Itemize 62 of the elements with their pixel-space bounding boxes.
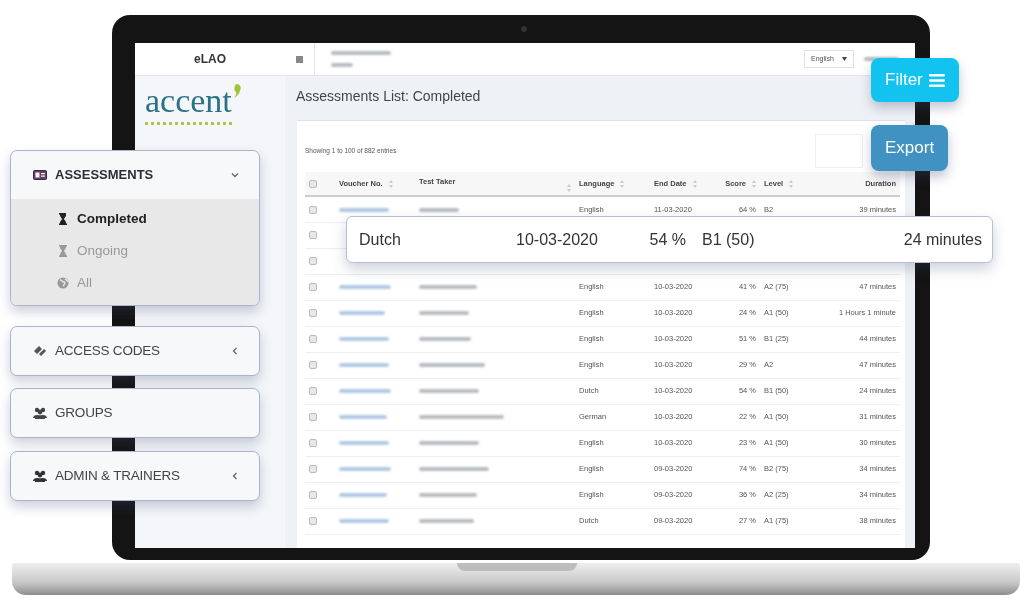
redacted-link[interactable]	[339, 415, 387, 420]
hourglass-icon	[59, 245, 67, 257]
redacted-text	[331, 63, 353, 67]
redacted-text	[419, 389, 479, 394]
redacted-link[interactable]	[339, 519, 389, 524]
logo-mark-icon	[233, 84, 242, 98]
menu-icon	[928, 73, 945, 87]
checkbox[interactable]	[309, 491, 317, 500]
checkbox[interactable]	[309, 205, 317, 214]
checkbox[interactable]	[309, 413, 317, 422]
menu-item[interactable]: ACCESS CODES	[11, 327, 259, 375]
ticket-icon	[33, 345, 47, 357]
checkbox[interactable]	[309, 439, 317, 448]
table-cell-text: 24 minutes	[902, 229, 982, 250]
checkbox[interactable]	[309, 309, 317, 318]
redacted-link[interactable]	[339, 207, 389, 212]
menu-item[interactable]: ADMIN & TRAINERS	[11, 452, 259, 500]
id-card-icon	[33, 169, 47, 181]
users-icon	[33, 407, 47, 419]
redacted-link[interactable]	[339, 467, 391, 472]
checkbox[interactable]	[309, 465, 317, 474]
redacted-link[interactable]	[339, 285, 391, 290]
redacted-link[interactable]	[339, 311, 385, 316]
redacted-link[interactable]	[339, 337, 389, 342]
redacted-text	[419, 519, 474, 524]
redacted-text	[419, 467, 489, 472]
globe-icon	[57, 277, 69, 289]
page-title: Assessments List: Completed	[296, 88, 481, 104]
logo-text: accent	[145, 84, 232, 125]
redacted-text	[419, 285, 477, 290]
submenu-item[interactable]: Completed	[57, 203, 259, 235]
checkbox[interactable]	[309, 231, 317, 240]
app-title: eLAO	[135, 43, 285, 76]
redacted-link[interactable]	[339, 389, 391, 394]
checkbox[interactable]	[309, 335, 317, 344]
hourglass-icon	[59, 213, 67, 225]
checkbox[interactable]	[309, 257, 317, 266]
checkbox[interactable]	[309, 283, 317, 292]
redacted-link[interactable]	[339, 493, 387, 498]
redacted-text	[419, 207, 459, 212]
table-cell-text: 54 %	[648, 229, 687, 250]
table-cell-text: Dutch	[359, 229, 402, 250]
redacted-text	[419, 493, 477, 498]
checkbox[interactable]	[309, 387, 317, 396]
menu-item[interactable]: GROUPS	[11, 389, 259, 437]
redacted-link[interactable]	[339, 363, 389, 368]
checkbox[interactable]	[309, 179, 317, 188]
redacted-text	[419, 441, 479, 446]
menu-icon[interactable]	[296, 55, 303, 63]
table-cell-text: B1 (50)	[702, 229, 756, 250]
table-cell-text: 10-03-2020	[516, 229, 599, 250]
menu-item[interactable]: ASSESSMENTS	[11, 151, 259, 199]
redacted-text	[419, 311, 469, 316]
camera-icon	[521, 26, 527, 32]
checkbox[interactable]	[309, 361, 317, 370]
checkbox[interactable]	[309, 517, 317, 526]
redacted-text	[419, 363, 485, 368]
redacted-link[interactable]	[339, 441, 389, 446]
redacted-text	[331, 51, 391, 55]
users-icon	[33, 470, 47, 482]
redacted-text	[419, 337, 471, 342]
caret-icon	[842, 57, 847, 61]
